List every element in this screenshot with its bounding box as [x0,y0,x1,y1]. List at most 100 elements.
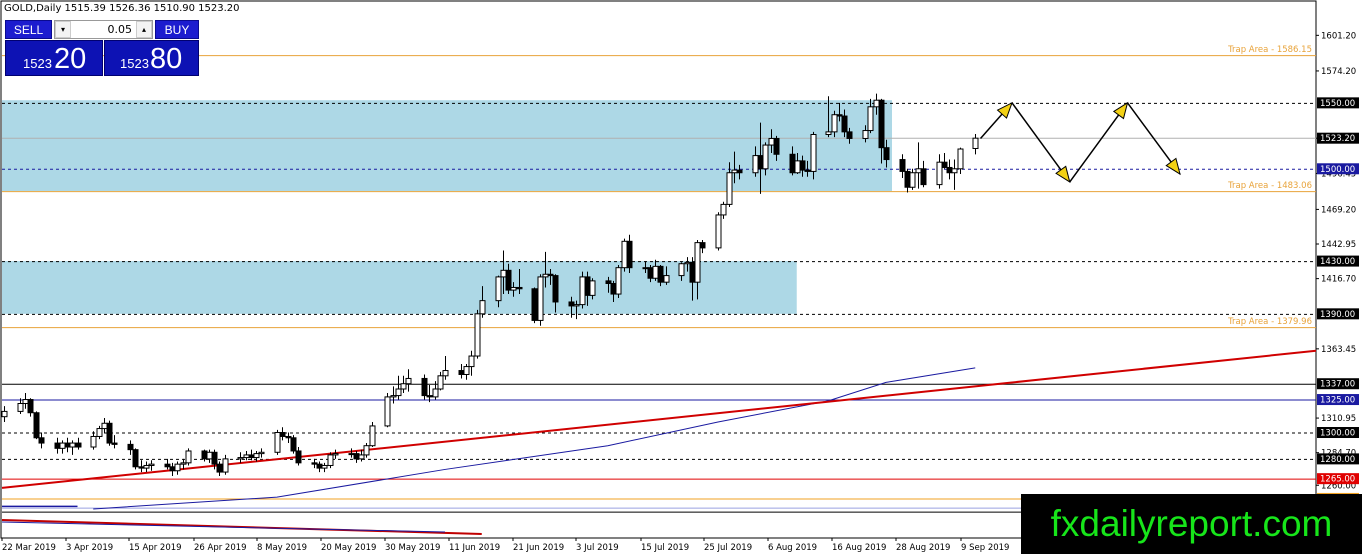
support-resistance-zone [2,100,892,192]
candle-body [38,437,45,444]
candle-body [96,428,103,437]
trap-area-label: Trap Area - 1379.96 [1227,317,1312,327]
candle-body [69,442,76,448]
one-click-trading-panel: SELL ▾ 0.05 ▴ BUY 1523 20 1523 80 [5,20,199,76]
date-tick-label: 21 Jun 2019 [513,543,564,553]
price-level-label: 1500.00 [1320,165,1355,175]
candle-body [531,288,538,321]
candle-body [642,267,649,270]
price-chart[interactable]: Trap Area - 1586.15 Trap Area - 1483.06 Tr… [0,0,1362,554]
candle-body [59,442,66,449]
candle-body [936,161,943,186]
lot-decrease-icon[interactable]: ▾ [55,21,71,38]
price-tick-label: 1601.20 [1321,31,1356,41]
candle-body [542,273,549,278]
buy-price-button[interactable]: 1523 80 [104,40,199,76]
candle-body [846,131,853,139]
candle-body [127,443,134,451]
candle-body [348,453,355,456]
buy-button[interactable]: BUY [155,20,199,39]
date-tick-label: 8 May 2019 [257,543,307,553]
price-tick-label: 1310.95 [1321,414,1356,424]
candle-body [222,458,229,473]
sell-button[interactable]: SELL [5,20,52,39]
price-level-label: 1300.00 [1320,429,1355,439]
lot-size-field[interactable]: ▾ 0.05 ▴ [54,20,153,39]
candle-body [143,464,150,469]
candle-body [311,462,318,465]
candle-body [584,276,591,296]
trap-area-label: Trap Area - 1586.15 [1227,45,1312,55]
candle-body [75,442,82,448]
candle-body [148,463,155,466]
date-tick-label: 25 Jul 2019 [704,543,752,553]
candle-body [689,261,696,283]
symbol-header: GOLD,Daily 1515.39 1526.36 1510.90 1523.… [4,3,240,14]
candle-body [699,242,706,249]
sell-price-prefix: 1523 [23,56,52,71]
candle-body [810,134,817,172]
candle-body [479,300,486,315]
candle-body [22,399,29,405]
candle-body [841,115,848,133]
candle-body [794,160,801,174]
price-level-label: 1550.00 [1320,99,1355,109]
candle-body [883,147,890,161]
candle-body [873,99,880,108]
candle-body [458,370,465,375]
candle-body [101,422,108,430]
candle-body [731,169,738,174]
candle-body [90,435,97,448]
candle-body [17,403,24,412]
candle-body [762,144,769,170]
candle-body [321,464,328,469]
candle-body [421,377,428,397]
price-level-label: 1430.00 [1320,257,1355,267]
candle-body [909,172,916,188]
candle-body [295,450,302,464]
candle-body [437,375,444,390]
candle-body [516,286,523,290]
candle-body [353,453,360,460]
candle-body [757,155,764,170]
candle-body [589,280,596,296]
candle-body [678,263,685,277]
candle-body [804,169,811,172]
candle-body [138,466,145,469]
candle-body [390,395,397,398]
date-tick-label: 15 Jul 2019 [641,543,689,553]
lot-size-value[interactable]: 0.05 [73,21,134,38]
sell-price-button[interactable]: 1523 20 [5,40,103,76]
candle-body [552,275,559,303]
candle-body [400,383,407,390]
candle-body [789,153,796,174]
price-level-label: 1325.00 [1320,396,1355,406]
candle-body [164,463,171,468]
candle-body [248,454,255,459]
candle-body [657,265,664,283]
date-tick-label: 9 Sep 2019 [961,543,1009,553]
date-tick-label: 16 Aug 2019 [832,543,886,553]
candle-body [495,276,502,302]
date-tick-label: 3 Jul 2019 [576,543,619,553]
date-tick-label: 22 Mar 2019 [2,543,56,553]
candle-body [180,462,187,465]
candle-body [463,366,470,375]
candle-body [957,148,964,170]
candle-body [510,286,517,291]
site-watermark: fxdailyreport.com [1021,494,1362,554]
candle-body [615,267,622,295]
candle-body [726,172,733,205]
candle-body [369,425,376,447]
candle-body [836,114,843,117]
candle-body [132,449,139,468]
price-level-label: 1265.00 [1320,475,1355,485]
candle-body [647,267,654,279]
lot-increase-icon[interactable]: ▴ [136,21,152,38]
candle-body [684,261,691,265]
candle-body [736,169,743,174]
candle-body [279,432,286,437]
date-tick-label: 15 Apr 2019 [129,543,182,553]
price-tick-label: 1469.20 [1321,205,1356,215]
candle-body [274,432,281,453]
